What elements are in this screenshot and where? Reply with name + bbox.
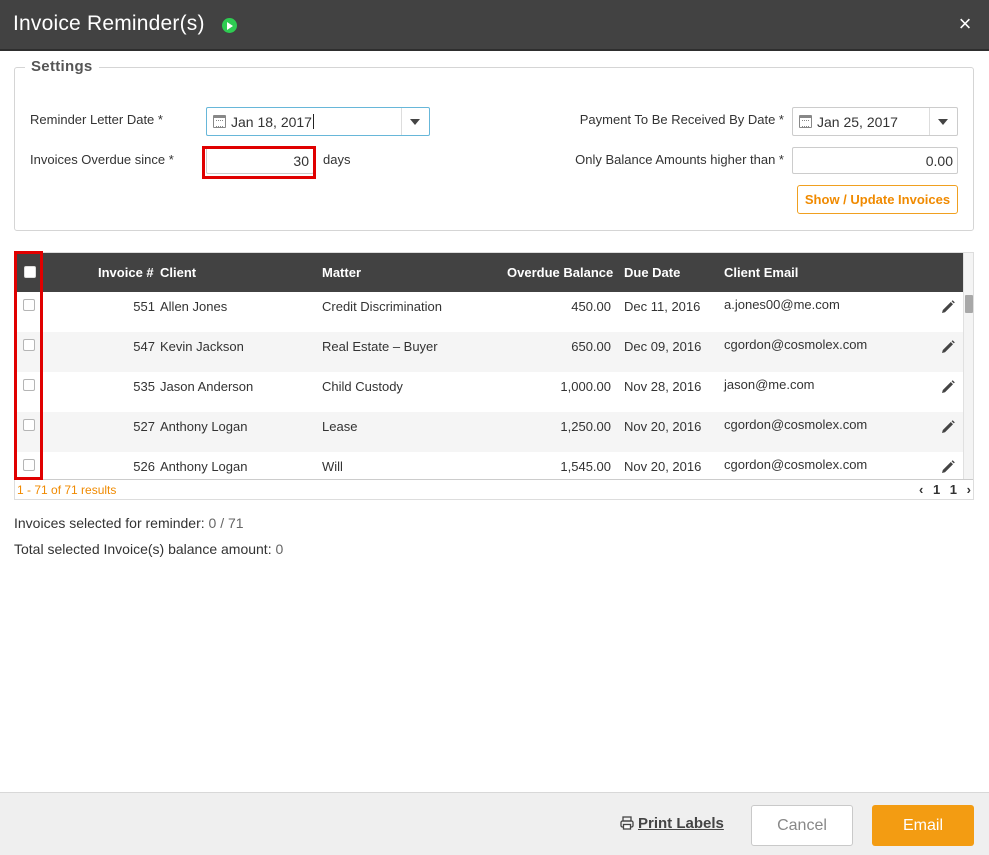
overdue-unit: days [323,152,351,167]
reminder-date-picker[interactable]: Jan 18, 2017 [206,107,430,136]
chevron-left-icon[interactable]: ‹ [919,482,923,497]
selected-value: 0 / 71 [208,515,244,531]
col-client[interactable]: Client [160,265,196,280]
calendar-icon[interactable] [799,115,812,128]
cell-due-date: Dec 11, 2016 [624,299,701,314]
cell-balance: 1,545.00 [560,459,611,474]
dialog-footer: Print Labels Cancel Email [0,792,989,855]
show-update-invoices-button[interactable]: Show / Update Invoices [797,185,958,214]
cell-invoice: 547 [133,339,155,354]
page-current[interactable]: 1 [933,482,940,497]
edit-pencil-icon[interactable] [941,460,955,474]
cell-email: jason@me.com [724,377,815,392]
cell-email: cgordon@cosmolex.com [724,417,868,432]
grid-footer: 1 - 71 of 71 results ‹ 1 1 › [15,479,973,499]
overdue-label: Invoices Overdue since * [30,152,174,167]
cell-balance: 1,000.00 [560,379,611,394]
cell-balance: 650.00 [571,339,611,354]
table-row[interactable]: 526 Anthony Logan Will 1,545.00 Nov 20, … [15,452,963,479]
selected-label: Invoices selected for reminder: [14,515,205,531]
edit-pencil-icon[interactable] [941,380,955,394]
payment-date-picker[interactable]: Jan 25, 2017 [792,107,958,136]
settings-legend: Settings [25,58,99,75]
cell-matter: Real Estate – Buyer [322,339,438,354]
cell-invoice: 535 [133,379,155,394]
cancel-button[interactable]: Cancel [751,805,853,846]
highlight-box-checkboxes [14,251,43,480]
cell-matter: Child Custody [322,379,403,394]
email-button[interactable]: Email [872,805,974,846]
dropdown-caret-icon[interactable] [929,108,957,135]
dialog-titlebar: Invoice Reminder(s) × [0,0,989,51]
cell-client: Anthony Logan [160,459,248,474]
balance-threshold-input[interactable]: 0.00 [792,147,958,174]
results-count: 1 - 71 of 71 results [17,483,117,497]
cell-due-date: Nov 28, 2016 [624,379,702,394]
table-row[interactable]: 551 Allen Jones Credit Discrimination 45… [15,292,963,332]
cell-due-date: Nov 20, 2016 [624,419,702,434]
cell-matter: Will [322,459,343,474]
total-value: 0 [275,541,284,557]
cell-balance: 1,250.00 [560,419,611,434]
cell-matter: Credit Discrimination [322,299,442,314]
scrollbar-thumb[interactable] [965,295,973,313]
cell-email: a.jones00@me.com [724,297,840,312]
col-invoice[interactable]: Invoice # [98,265,154,280]
cell-invoice: 526 [133,459,155,474]
table-row[interactable]: 535 Jason Anderson Child Custody 1,000.0… [15,372,963,412]
table-row[interactable]: 527 Anthony Logan Lease 1,250.00 Nov 20,… [15,412,963,452]
calendar-icon[interactable] [213,115,226,128]
cell-invoice: 527 [133,419,155,434]
edit-pencil-icon[interactable] [941,340,955,354]
payment-date-value[interactable]: Jan 25, 2017 [817,114,898,130]
print-labels-text[interactable]: Print Labels [638,815,724,832]
col-due-date[interactable]: Due Date [624,265,680,280]
total-summary: Total selected Invoice(s) balance amount… [14,541,283,557]
edit-pencil-icon[interactable] [941,300,955,314]
cell-client: Allen Jones [160,299,228,314]
cell-due-date: Dec 09, 2016 [624,339,702,354]
col-client-email[interactable]: Client Email [724,265,798,280]
cell-email: cgordon@cosmolex.com [724,457,868,472]
edit-pencil-icon[interactable] [941,420,955,434]
cell-client: Anthony Logan [160,419,248,434]
total-label: Total selected Invoice(s) balance amount… [14,541,272,557]
cell-due-date: Nov 20, 2016 [624,459,702,474]
cell-email: cgordon@cosmolex.com [724,337,868,352]
reminder-date-value[interactable]: Jan 18, 2017 [231,114,314,130]
print-labels-link[interactable]: Print Labels [620,815,724,832]
table-row[interactable]: 547 Kevin Jackson Real Estate – Buyer 65… [15,332,963,372]
grid-header: Invoice # Client Matter Overdue Balance … [15,253,963,292]
dialog-title: Invoice Reminder(s) [13,12,205,35]
col-overdue-balance[interactable]: Overdue Balance [507,265,613,280]
payment-date-label: Payment To Be Received By Date * [579,112,784,127]
grid-scrollbar[interactable] [963,253,973,479]
cell-client: Jason Anderson [160,379,254,394]
selected-summary: Invoices selected for reminder: 0 / 71 [14,515,244,531]
cell-balance: 450.00 [571,299,611,314]
chevron-right-icon[interactable]: › [967,482,971,497]
printer-icon [620,816,634,830]
play-icon[interactable] [222,18,237,33]
cell-invoice: 551 [133,299,155,314]
grid-rows: 551 Allen Jones Credit Discrimination 45… [15,292,963,479]
dropdown-caret-icon[interactable] [401,108,429,135]
highlight-box-overdue [202,146,316,179]
cell-matter: Lease [322,419,358,434]
pager: ‹ 1 1 › [913,482,971,497]
reminder-date-label: Reminder Letter Date * [30,112,163,127]
close-icon[interactable]: × [955,13,975,35]
balance-threshold-label: Only Balance Amounts higher than * [575,152,784,167]
col-matter[interactable]: Matter [322,265,361,280]
invoice-grid: Invoice # Client Matter Overdue Balance … [14,252,974,500]
page-total: 1 [949,482,958,497]
cell-client: Kevin Jackson [160,339,244,354]
